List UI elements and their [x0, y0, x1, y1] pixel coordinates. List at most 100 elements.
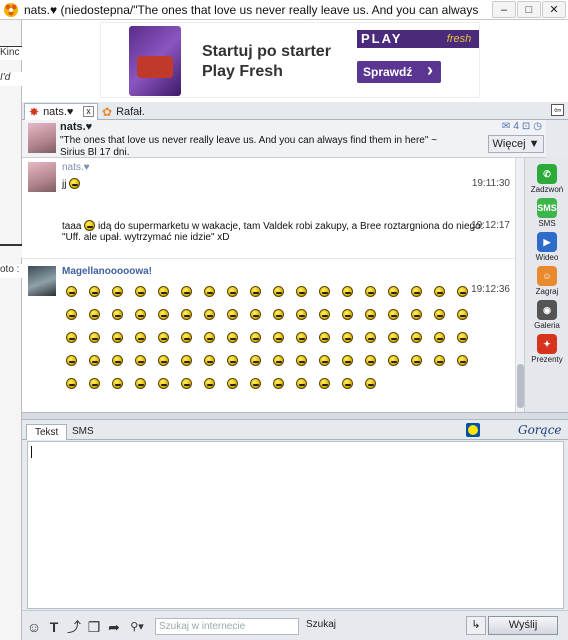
- tab-tekst[interactable]: Tekst: [26, 424, 68, 440]
- message: 19:12:17 taaa idą do supermarketu w waka…: [22, 198, 516, 248]
- pacman-emoticon-icon: [342, 332, 353, 343]
- sender-name: nats.♥: [62, 162, 90, 173]
- chat-history: nats.♥ 19:11:30 jj 19:12:17 taaa idą do …: [22, 158, 524, 412]
- pacman-emoticon-icon: [319, 378, 330, 389]
- pacman-emoticon-icon: [89, 378, 100, 389]
- emoticon-grid: [66, 286, 486, 389]
- pacman-emoticon-icon: [227, 309, 238, 320]
- more-button[interactable]: Więcej ▼: [488, 135, 544, 153]
- chat-window: Startuj po starter Play Fresh PLAY fresh…: [22, 20, 568, 640]
- minimize-button[interactable]: –: [492, 1, 516, 18]
- scrollbar-thumb[interactable]: [517, 364, 524, 408]
- search-button[interactable]: Szukaj: [306, 619, 336, 630]
- phone-icon: ✆: [537, 164, 557, 184]
- pane-splitter[interactable]: [22, 412, 568, 420]
- pacman-emoticon-icon: [135, 309, 146, 320]
- emoticon-icon[interactable]: ☺: [26, 619, 42, 635]
- tab-rafal[interactable]: ✿ Rafał.: [98, 103, 160, 120]
- side-app-label: Zagraj: [535, 287, 559, 296]
- side-app-zadzwoń[interactable]: ✆ Zadzwoń: [525, 164, 568, 194]
- gift-small-icon[interactable]: ❒: [86, 619, 102, 635]
- expand-icon[interactable]: ⇦: [551, 104, 564, 116]
- send-options-button[interactable]: ↳: [466, 616, 486, 635]
- pacman-emoticon-icon: [319, 355, 330, 366]
- pacman-emoticon-icon: [227, 332, 238, 343]
- bg-fragment: Kinc: [0, 46, 22, 60]
- link-icon[interactable]: ⤴: [66, 619, 82, 635]
- pacman-emoticon-icon: [434, 355, 445, 366]
- pacman-emoticon-icon: [411, 355, 422, 366]
- share-icon[interactable]: ➦: [106, 619, 122, 635]
- pacman-emoticon-icon: [296, 378, 307, 389]
- contact-avatar[interactable]: [28, 123, 56, 153]
- ad-slogan-line1: Startuj po starter: [202, 43, 331, 60]
- sender-name: Magellanooooowa!: [62, 266, 152, 277]
- close-button[interactable]: ✕: [542, 1, 566, 18]
- pacman-emoticon-icon: [66, 378, 77, 389]
- pacman-emoticon-icon: [365, 286, 376, 297]
- mailbox-icon[interactable]: ✉: [502, 121, 510, 132]
- game-icon: ☺: [537, 266, 557, 286]
- ad-cta-button[interactable]: Sprawdź: [357, 59, 441, 83]
- pacman-emoticon-icon: [66, 286, 77, 297]
- pacman-emoticon-icon: [457, 309, 468, 320]
- pacman-emoticon-icon: [158, 286, 169, 297]
- pacman-emoticon-icon: [158, 378, 169, 389]
- fresh-logo: fresh: [439, 30, 479, 48]
- pacman-emoticon-icon: [342, 378, 353, 389]
- side-app-sms[interactable]: SMS SMS: [525, 198, 568, 228]
- pacman-emoticon-icon: [411, 309, 422, 320]
- hot-label[interactable]: Gorące: [518, 423, 562, 437]
- pacman-emoticon-icon: [66, 332, 77, 343]
- pacman-emoticon-icon: [388, 355, 399, 366]
- pacman-emoticon-icon: [457, 332, 468, 343]
- chat-scrollbar[interactable]: [515, 158, 524, 412]
- send-button[interactable]: Wyślij: [488, 616, 558, 635]
- pacman-emoticon-icon: [273, 309, 284, 320]
- message: nats.♥ 19:11:30 jj: [22, 158, 516, 198]
- contact-icons: ✉ 4 ⊡ ◷: [502, 121, 542, 132]
- pacman-emoticon-icon: [411, 332, 422, 343]
- side-app-prezenty[interactable]: ✦ Prezenty: [525, 334, 568, 364]
- pacman-emoticon-icon: [388, 286, 399, 297]
- message-text: jj: [62, 178, 81, 191]
- pacman-emoticon-icon: [434, 286, 445, 297]
- maximize-button[interactable]: □: [517, 1, 541, 18]
- pacman-emoticon-icon: [181, 355, 192, 366]
- side-app-wideo[interactable]: ▶ Wideo: [525, 232, 568, 262]
- play-fresh-banner[interactable]: Startuj po starter Play Fresh PLAY fresh…: [100, 22, 480, 98]
- bg-fragment: oto :: [0, 264, 22, 278]
- tab-close-icon[interactable]: x: [83, 106, 94, 117]
- pacman-emoticon-icon: [204, 286, 215, 297]
- text-format-icon[interactable]: T: [46, 619, 62, 635]
- pacman-emoticon-icon: [250, 332, 261, 343]
- pacman-emoticon-icon: [112, 355, 123, 366]
- contact-name: nats.♥: [60, 121, 93, 133]
- pacman-emoticon-icon: [89, 332, 100, 343]
- pacman-emoticon-icon: [135, 286, 146, 297]
- pacman-emoticon-icon: [434, 332, 445, 343]
- pacman-emoticon-icon: [365, 309, 376, 320]
- pacman-emoticon-icon: [112, 378, 123, 389]
- clock-icon[interactable]: ◷: [533, 121, 542, 132]
- search-menu-icon[interactable]: ⚲▾: [126, 619, 148, 635]
- tab-sms[interactable]: SMS: [64, 424, 102, 440]
- pacman-emoticon-icon: [434, 309, 445, 320]
- pacman-emoticon-icon: [342, 355, 353, 366]
- pacman-emoticon-icon: [204, 309, 215, 320]
- search-input[interactable]: Szukaj w internecie: [155, 618, 299, 635]
- pacman-emoticon-icon: [89, 355, 100, 366]
- text-caret: [31, 446, 32, 458]
- message-input[interactable]: [27, 441, 564, 609]
- lock-icon[interactable]: ⊡: [522, 121, 530, 132]
- ad-area: Startuj po starter Play Fresh PLAY fresh…: [22, 20, 568, 102]
- gadu-gadu-flower-icon: [3, 2, 19, 18]
- pacman-emoticon-icon: [388, 332, 399, 343]
- lidl-logo-icon[interactable]: [466, 423, 480, 437]
- side-app-zagraj[interactable]: ☺ Zagraj: [525, 266, 568, 296]
- pacman-emoticon-icon: [365, 378, 376, 389]
- window-title: nats.♥ (niedostepna/"The ones that love …: [24, 2, 480, 17]
- pacman-emoticon-icon: [273, 378, 284, 389]
- sender-avatar: [28, 266, 56, 296]
- side-app-galeria[interactable]: ◉ Galeria: [525, 300, 568, 330]
